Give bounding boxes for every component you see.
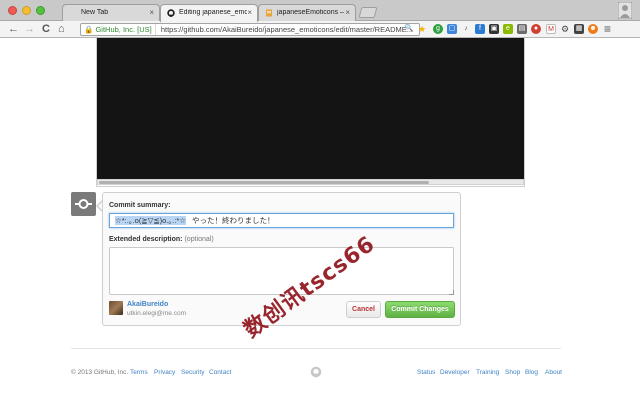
video-preview	[97, 38, 524, 179]
commit-avatar-box	[71, 192, 96, 216]
selected-text: ☆*:.｡.o(≧▽≦)o.｡.:*☆	[115, 216, 186, 225]
extension-gmail-icon[interactable]: M	[546, 24, 556, 34]
extension-dark-icon[interactable]: ▣	[489, 24, 499, 34]
back-arrow-icon[interactable]: ←	[8, 23, 19, 35]
tab-label: japaneseEmoticons – Edit	[277, 9, 345, 16]
extension-red-icon[interactable]: ●	[531, 24, 541, 34]
cancel-button[interactable]: Cancel	[346, 301, 381, 318]
summary-text: やった！終わりました！	[191, 216, 275, 225]
footer-link-training[interactable]: Training	[476, 369, 499, 376]
extension-blue-icon[interactable]: ▢	[447, 24, 457, 34]
footer-link-privacy[interactable]: Privacy	[154, 369, 175, 376]
extension-evernote-icon[interactable]: e	[503, 24, 513, 34]
window-close-button[interactable]	[8, 6, 17, 15]
textarea-resize-grip[interactable]	[449, 290, 454, 295]
extension-green-icon[interactable]: g	[433, 24, 443, 34]
ev-label: GitHub, Inc. [US]	[95, 25, 152, 34]
footer-divider	[71, 348, 561, 349]
author-email: utkin.elegi@me.com	[127, 310, 186, 317]
tab-editing[interactable]: Editing japanese_emoticons ×	[160, 4, 258, 22]
tab-label: New Tab	[81, 9, 109, 16]
footer-link-shop[interactable]: Shop	[505, 369, 520, 376]
footer-copyright: © 2013 GitHub, Inc.	[71, 369, 129, 376]
git-commit-icon	[75, 199, 92, 209]
forward-arrow-icon[interactable]: →	[24, 23, 35, 35]
extended-description-text: Extended description:	[109, 236, 183, 243]
zoom-icon[interactable]: 🔍	[404, 24, 414, 34]
footer-link-security[interactable]: Security	[181, 369, 204, 376]
extension-orange-icon[interactable]: ☻	[588, 24, 598, 34]
github-octocat-icon[interactable]	[310, 366, 322, 378]
window-minimize-button[interactable]	[22, 6, 31, 15]
footer-link-about[interactable]: About	[545, 369, 562, 376]
window-zoom-button[interactable]	[36, 6, 45, 15]
footer-link-terms[interactable]: Terms	[130, 369, 148, 376]
commit-changes-button[interactable]: Commit Changes	[385, 301, 455, 318]
tab-label: Editing japanese_emoticons	[179, 9, 247, 16]
footer-link-blog[interactable]: Blog	[525, 369, 538, 376]
horizontal-scrollbar[interactable]	[97, 179, 524, 185]
new-tab-button[interactable]	[358, 7, 378, 18]
reload-icon[interactable]: C	[42, 23, 50, 35]
author-name-link[interactable]: AkaiBureido	[127, 301, 168, 308]
tab-bar: New Tab × Editing japanese_emoticons × j…	[0, 0, 640, 22]
github-octocat-icon	[167, 9, 175, 17]
commit-summary-input[interactable]: ☆*:.｡.o(≧▽≦)o.｡.:*☆ やった！終わりました！	[109, 213, 454, 228]
scrollbar-thumb[interactable]	[99, 181, 429, 184]
extension-bell-icon[interactable]: ♪	[461, 24, 471, 34]
ev-certificate-badge[interactable]: 🔒 GitHub, Inc. [US]	[81, 24, 156, 35]
commit-summary-label: Commit summary:	[109, 202, 171, 209]
extension-f-icon[interactable]: f	[475, 24, 485, 34]
footer-link-contact[interactable]: Contact	[209, 369, 231, 376]
footer-link-developer[interactable]: Developer	[440, 369, 470, 376]
optional-hint: (optional)	[184, 236, 214, 243]
tab-close-icon[interactable]: ×	[345, 8, 350, 17]
chrome-menu-icon[interactable]: ≡	[604, 23, 611, 35]
author-avatar	[109, 301, 123, 315]
tab-close-icon[interactable]: ×	[247, 8, 252, 17]
document-icon	[266, 9, 272, 17]
extension-grey-icon[interactable]: ▤	[517, 24, 527, 34]
extension-gear-icon[interactable]: ⚙	[560, 24, 570, 34]
home-icon[interactable]: ⌂	[58, 23, 65, 35]
bookmark-star-icon[interactable]: ★	[417, 24, 427, 34]
tab-japanese-emoticons[interactable]: japaneseEmoticons – Edit ×	[258, 4, 356, 21]
footer-link-status[interactable]: Status	[417, 369, 435, 376]
lock-icon: 🔒	[84, 25, 94, 34]
browser-toolbar: ← → C ⌂ 🔒 GitHub, Inc. [US] https://gith…	[0, 21, 640, 38]
tab-close-icon[interactable]: ×	[149, 8, 154, 17]
address-bar[interactable]: 🔒 GitHub, Inc. [US] https://github.com/A…	[80, 23, 420, 36]
url-text: https://github.com/AkaiBureido/japanese_…	[160, 25, 414, 34]
tab-new-tab[interactable]: New Tab ×	[62, 4, 160, 21]
extension-menu-icon[interactable]: ▦	[574, 24, 584, 34]
profile-avatar-icon[interactable]	[618, 2, 632, 19]
extended-description-label: Extended description: (optional)	[109, 236, 214, 243]
